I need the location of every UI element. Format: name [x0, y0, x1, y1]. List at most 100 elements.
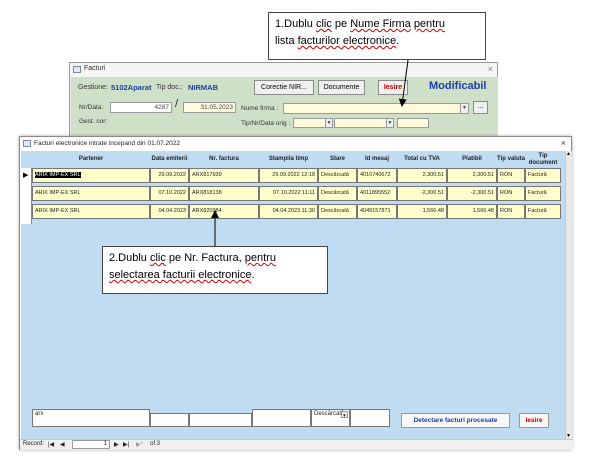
first-record-icon[interactable]: |◀: [48, 441, 54, 448]
cell-tip-valuta[interactable]: RON: [497, 186, 525, 201]
facturi-title: Facturi: [84, 65, 106, 72]
new-record-icon[interactable]: ▶*: [136, 441, 143, 448]
callout-1-text-h: facturilor electronice: [297, 35, 397, 47]
vertical-scrollbar[interactable]: ▲ ▼: [565, 151, 572, 439]
filter-stare-combo[interactable]: Descărcată ▼: [311, 409, 350, 427]
filter-nr-factura-input[interactable]: [189, 413, 252, 427]
cell-tip-document[interactable]: Factură: [525, 168, 561, 183]
cell-nr-factura[interactable]: ARX817939: [189, 168, 259, 183]
callout-2-text-e: selectarea facturii electronice: [109, 269, 252, 281]
cell-stare[interactable]: Descărcată: [318, 168, 357, 183]
corectie-nir-button[interactable]: Corectie NIR...: [254, 80, 314, 95]
col-header-partener[interactable]: Partener: [32, 151, 150, 168]
callout-1-text-d: Nume Firma: [350, 18, 411, 30]
cell-data-emiterii[interactable]: 29.09.2022: [150, 168, 189, 183]
record-selector-column[interactable]: ▶: [21, 168, 32, 224]
chevron-down-icon[interactable]: ▼: [341, 411, 348, 418]
detectare-facturi-procesate-button[interactable]: Detectare facturi procesate: [401, 413, 510, 428]
cell-tip-document[interactable]: Factură: [525, 186, 561, 201]
filter-id-mesaj-input[interactable]: [350, 409, 390, 427]
callout-2-text-a: 2.Dublu: [109, 252, 150, 264]
col-header-total-cu-tva[interactable]: Total cu TVA: [397, 151, 447, 168]
callout-1-text-b: clic: [315, 18, 332, 30]
cell-data-emiterii[interactable]: 07.10.2022: [150, 186, 189, 201]
cell-total-cu-tva[interactable]: 2,300.51: [397, 168, 447, 183]
modificabil-label: Modificabil: [429, 80, 487, 92]
tip-doc-value: NIRMAB: [188, 83, 218, 92]
tip-doc-label: Tip doc.:: [156, 84, 183, 91]
nume-firma-combo[interactable]: ▼: [283, 103, 469, 114]
cell-tip-valuta[interactable]: RON: [497, 204, 525, 219]
facturi-window: Facturi × Gestiune: 5102Aparat Tip doc.:…: [69, 62, 498, 146]
filter-data-input[interactable]: [150, 413, 189, 427]
tip-orig-combo[interactable]: ▼: [293, 118, 333, 128]
cell-nr-factura[interactable]: ARX818138: [189, 186, 259, 201]
cell-total-cu-tva[interactable]: -2,300.51: [397, 186, 447, 201]
record-navigation-bar: Record: |◀ ◀ 1 ▶ ▶| ▶* of 3: [20, 439, 573, 450]
iesire-button[interactable]: Iesire: [519, 413, 549, 428]
cell-stampila-timp[interactable]: 07.10.2022 11:11: [259, 186, 318, 201]
browse-button[interactable]: ...: [473, 101, 488, 114]
callout-1-text-i: .: [396, 35, 400, 47]
cell-stare[interactable]: Descărcată: [318, 204, 357, 219]
iesire-button[interactable]: Iesire: [378, 80, 408, 95]
documente-button[interactable]: Documente: [318, 80, 365, 95]
col-header-stare[interactable]: Stare: [318, 151, 357, 168]
cell-id-mesaj[interactable]: 4011895552: [357, 186, 397, 201]
cell-platibil[interactable]: 2,300.51: [447, 168, 497, 183]
col-header-id-mesaj[interactable]: Id mesaj: [357, 151, 397, 168]
col-header-stampila-timp[interactable]: Stampila timp: [259, 151, 318, 168]
record-number-input[interactable]: 1: [72, 440, 110, 449]
callout-1-text-f: pentru: [413, 18, 446, 30]
callout-2-text-b: clic: [149, 252, 166, 264]
cell-id-mesaj[interactable]: 4010740672: [357, 168, 397, 183]
cell-platibil[interactable]: -2,300.51: [447, 186, 497, 201]
cell-total-cu-tva[interactable]: 1,566.48: [397, 204, 447, 219]
col-header-nr-factura[interactable]: Nr. factura: [189, 151, 259, 168]
prev-record-icon[interactable]: ◀: [60, 441, 65, 448]
table-row[interactable]: ARIX IMP-EX SRL 07.10.2022 ARX818138 07.…: [32, 186, 566, 201]
nr-data-label: Nr/Data:: [79, 104, 104, 111]
cell-platibil[interactable]: 1,566.48: [447, 204, 497, 219]
last-record-icon[interactable]: ▶|: [123, 441, 129, 448]
cell-data-emiterii[interactable]: 04.04.2023: [150, 204, 189, 219]
facturi-electronice-titlebar: Facturi electronice intrate incepand din…: [20, 137, 571, 151]
record-count: of 3: [150, 441, 161, 447]
col-header-platibil[interactable]: Platibil: [447, 151, 497, 168]
chevron-down-icon[interactable]: ▼: [386, 119, 393, 127]
close-icon[interactable]: ×: [561, 138, 566, 148]
cell-id-mesaj[interactable]: 4049157871: [357, 204, 397, 219]
cell-tip-valuta[interactable]: RON: [497, 168, 525, 183]
date-field[interactable]: 31.05.2023: [183, 102, 236, 113]
chevron-down-icon[interactable]: ▼: [325, 119, 332, 127]
next-record-icon[interactable]: ▶: [114, 441, 119, 448]
scroll-up-icon[interactable]: ▲: [566, 151, 571, 157]
form-icon: [23, 140, 31, 147]
nume-firma-label: Nume firma :: [241, 105, 279, 112]
filter-partener-input[interactable]: arx: [32, 409, 150, 427]
cell-stampila-timp[interactable]: 04.04.2023 11:30: [259, 204, 318, 219]
nr-orig-combo[interactable]: ▼: [334, 118, 394, 128]
gest-cor-label: Gest. cor:: [79, 118, 108, 125]
col-header-tip-document[interactable]: Tip document: [525, 151, 561, 168]
table-row[interactable]: ARIX IMP-EX SRL 29.09.2022 ARX817939 29.…: [32, 168, 566, 183]
cell-tip-document[interactable]: Factură: [525, 204, 561, 219]
close-icon[interactable]: ×: [488, 64, 493, 74]
cell-partener[interactable]: ARIX IMP-EX SRL: [32, 186, 150, 201]
cell-nr-factura[interactable]: ARX820984: [189, 204, 259, 219]
col-header-tip-valuta[interactable]: Tip valuta: [497, 151, 525, 168]
table-row[interactable]: ARIX IMP-EX SRL 04.04.2023 ARX820984 04.…: [32, 204, 566, 219]
data-orig-field[interactable]: [397, 118, 429, 128]
form-icon: [73, 66, 81, 73]
nr-field[interactable]: 4287: [110, 102, 172, 113]
cell-stare[interactable]: Descărcată: [318, 186, 357, 201]
cell-partener[interactable]: ARIX IMP-EX SRL: [32, 204, 150, 219]
col-header-data-emiterii[interactable]: Data emiterii: [150, 151, 189, 168]
callout-2-text-c: pe Nr. Factura,: [165, 252, 245, 264]
cell-partener[interactable]: ARIX IMP-EX SRL: [32, 168, 150, 183]
gestiune-label: Gestiune:: [78, 84, 108, 91]
cell-stampila-timp[interactable]: 29.09.2022 12:18: [259, 168, 318, 183]
filter-stampila-input[interactable]: [252, 409, 311, 427]
callout-1-text-g: lista: [275, 35, 298, 47]
chevron-down-icon[interactable]: ▼: [460, 104, 468, 113]
